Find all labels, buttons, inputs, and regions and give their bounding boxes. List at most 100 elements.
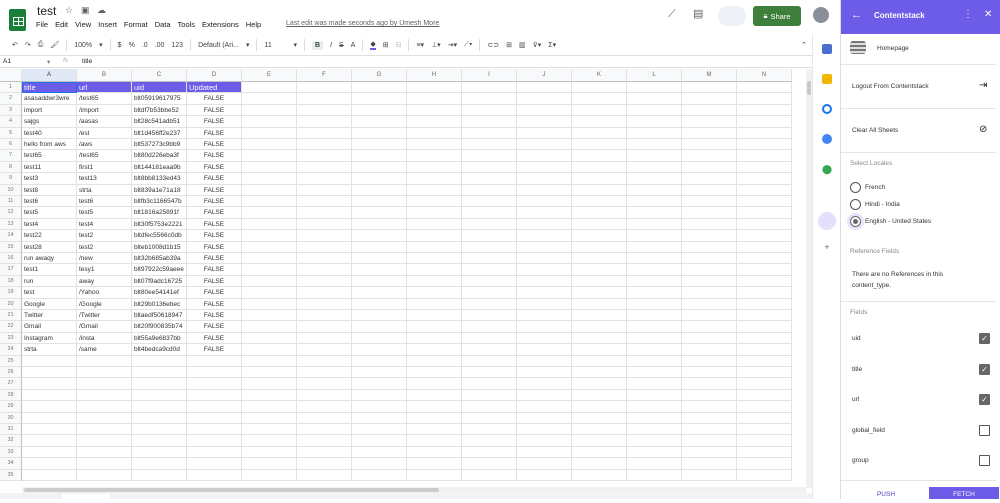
- cell-l13[interactable]: [627, 218, 682, 231]
- back-arrow-icon[interactable]: ←: [851, 9, 862, 21]
- cell-g19[interactable]: [352, 287, 407, 299]
- cell-g33[interactable]: [352, 446, 407, 459]
- cell-h26[interactable]: [407, 367, 462, 379]
- cell-g18[interactable]: [352, 275, 407, 288]
- menu-tools[interactable]: Tools: [178, 20, 196, 29]
- cell-d14[interactable]: FALSE: [187, 230, 242, 242]
- cell-c29[interactable]: [132, 401, 187, 413]
- cell-m13[interactable]: [682, 218, 737, 231]
- cell-n1[interactable]: [737, 82, 792, 94]
- cell-c3[interactable]: bltdf7b53bbe52: [132, 104, 187, 117]
- cell-n34[interactable]: [737, 458, 792, 470]
- cell-k1[interactable]: [572, 82, 627, 94]
- cell-f25[interactable]: [297, 355, 352, 367]
- cell-j20[interactable]: [517, 298, 572, 310]
- cell-h34[interactable]: [407, 458, 462, 470]
- cell-d19[interactable]: FALSE: [187, 287, 242, 299]
- cell-l28[interactable]: [627, 389, 682, 402]
- menu-format[interactable]: Format: [124, 20, 148, 29]
- cell-a18[interactable]: run: [22, 275, 77, 288]
- cell-e32[interactable]: [242, 435, 297, 447]
- cell-f33[interactable]: [297, 446, 352, 459]
- cell-d24[interactable]: FALSE: [187, 344, 242, 356]
- cell-d34[interactable]: [187, 458, 242, 470]
- cell-e20[interactable]: [242, 298, 297, 310]
- cell-n30[interactable]: [737, 412, 792, 424]
- cell-j4[interactable]: [517, 116, 572, 128]
- cell-e3[interactable]: [242, 104, 297, 117]
- cell-g27[interactable]: [352, 378, 407, 390]
- cell-i18[interactable]: [462, 275, 517, 288]
- cell-f16[interactable]: [297, 253, 352, 265]
- cell-m18[interactable]: [682, 275, 737, 288]
- name-box[interactable]: A1: [3, 58, 11, 65]
- cell-j31[interactable]: [517, 424, 572, 436]
- cell-e23[interactable]: [242, 332, 297, 345]
- cell-i31[interactable]: [462, 424, 517, 436]
- cell-i15[interactable]: [462, 241, 517, 253]
- cell-b15[interactable]: test2: [77, 241, 132, 253]
- cell-a23[interactable]: Instagram: [22, 332, 77, 345]
- text-wrap-icon[interactable]: ⇥▾: [448, 41, 457, 49]
- cell-j9[interactable]: [517, 173, 572, 185]
- cell-f34[interactable]: [297, 458, 352, 470]
- cell-e5[interactable]: [242, 127, 297, 139]
- cell-d33[interactable]: [187, 446, 242, 459]
- cell-d28[interactable]: [187, 389, 242, 402]
- cell-n35[interactable]: [737, 469, 792, 481]
- cell-k22[interactable]: [572, 321, 627, 333]
- cell-m31[interactable]: [682, 424, 737, 436]
- cell-e25[interactable]: [242, 355, 297, 367]
- cell-m2[interactable]: [682, 93, 737, 105]
- cell-c15[interactable]: blteb1008d1b15: [132, 241, 187, 253]
- cell-j7[interactable]: [517, 150, 572, 162]
- cell-d15[interactable]: FALSE: [187, 241, 242, 253]
- cell-c30[interactable]: [132, 412, 187, 424]
- align-left-icon[interactable]: ≡▾: [416, 41, 424, 49]
- cell-c24[interactable]: blt4bedca9cd0d: [132, 344, 187, 356]
- cell-h23[interactable]: [407, 332, 462, 345]
- cell-g20[interactable]: [352, 298, 407, 310]
- cell-c31[interactable]: [132, 424, 187, 436]
- spreadsheet-grid[interactable]: A B C D E F G H I J K L M N 1 title url uid Updated 2 asasad…: [0, 69, 806, 488]
- cell-i27[interactable]: [462, 378, 517, 390]
- cell-l6[interactable]: [627, 139, 682, 151]
- cell-d2[interactable]: FALSE: [187, 93, 242, 105]
- cell-f21[interactable]: [297, 310, 352, 322]
- cell-j2[interactable]: [517, 93, 572, 105]
- locale-label[interactable]: Hindi - India: [865, 201, 900, 208]
- cell-m6[interactable]: [682, 139, 737, 151]
- cell-k14[interactable]: [572, 230, 627, 242]
- cell-a6[interactable]: hello from aws: [22, 139, 77, 151]
- cell-l8[interactable]: [627, 161, 682, 174]
- account-avatar[interactable]: [813, 7, 829, 23]
- cell-g10[interactable]: [352, 184, 407, 196]
- cell-a31[interactable]: [22, 424, 77, 436]
- cell-m30[interactable]: [682, 412, 737, 424]
- cell-b29[interactable]: [77, 401, 132, 413]
- cell-m23[interactable]: [682, 332, 737, 345]
- cell-g21[interactable]: [352, 310, 407, 322]
- cell-f8[interactable]: [297, 161, 352, 174]
- cell-j33[interactable]: [517, 446, 572, 459]
- row-header[interactable]: 13: [0, 218, 22, 231]
- cell-m4[interactable]: [682, 116, 737, 128]
- cell-n5[interactable]: [737, 127, 792, 139]
- cell-a25[interactable]: [22, 355, 77, 367]
- cell-b11[interactable]: test6: [77, 196, 132, 208]
- row-header[interactable]: 6: [0, 139, 22, 151]
- cell-n31[interactable]: [737, 424, 792, 436]
- cell-j19[interactable]: [517, 287, 572, 299]
- cell-k20[interactable]: [572, 298, 627, 310]
- cell-n19[interactable]: [737, 287, 792, 299]
- cell-f3[interactable]: [297, 104, 352, 117]
- redo-icon[interactable]: ↷: [25, 41, 31, 49]
- cell-g8[interactable]: [352, 161, 407, 174]
- cell-g4[interactable]: [352, 116, 407, 128]
- cell-i32[interactable]: [462, 435, 517, 447]
- cell-b5[interactable]: /est: [77, 127, 132, 139]
- cell-k33[interactable]: [572, 446, 627, 459]
- cell-h35[interactable]: [407, 469, 462, 481]
- vertical-align-icon[interactable]: ⊥▾: [431, 41, 441, 49]
- cell-f2[interactable]: [297, 93, 352, 105]
